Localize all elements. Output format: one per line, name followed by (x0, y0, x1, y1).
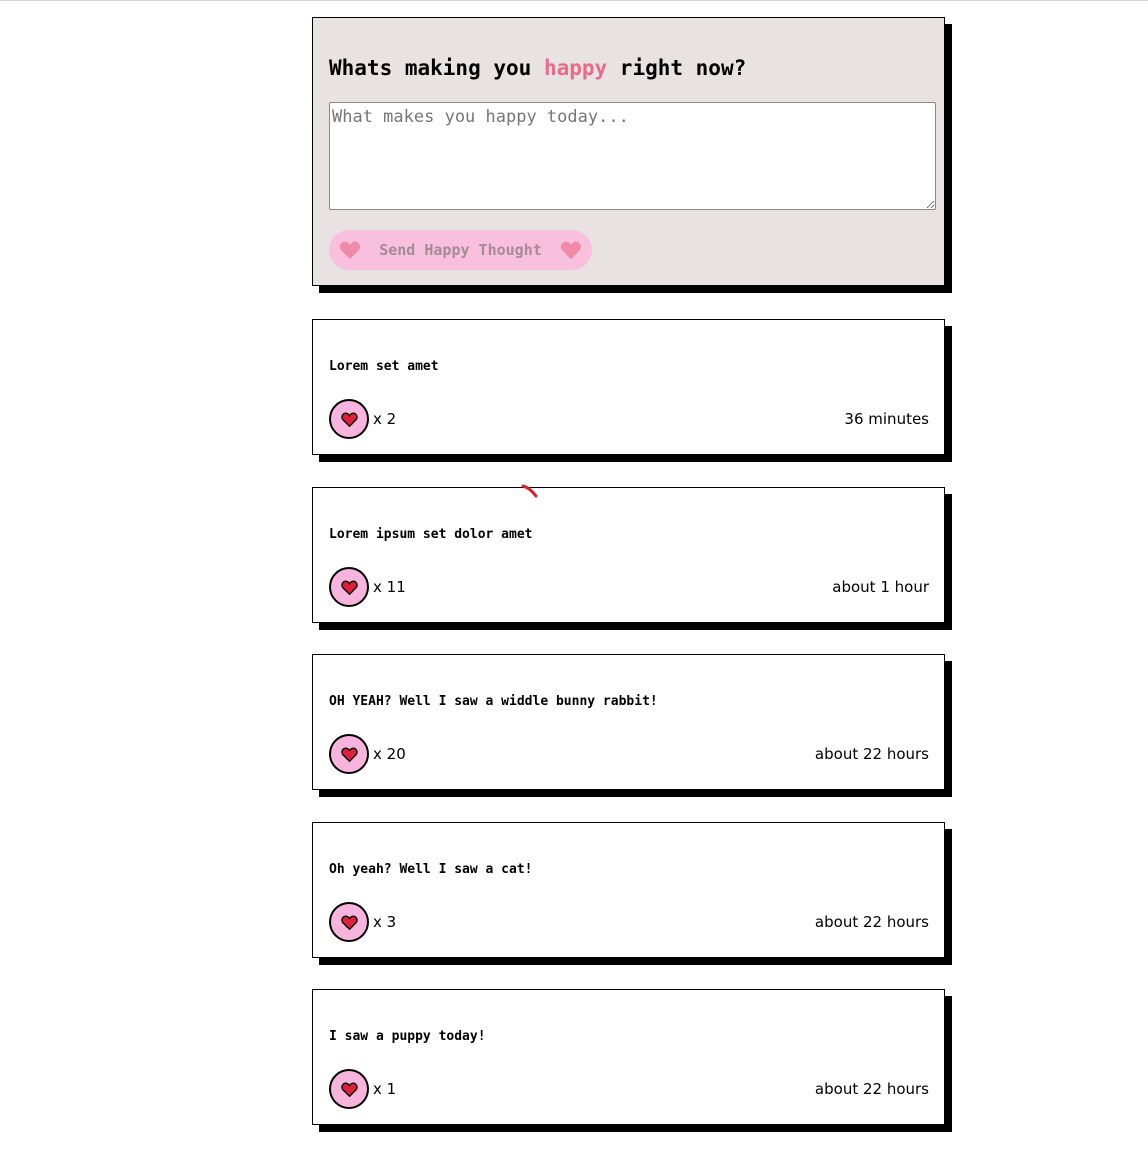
heart-icon (340, 747, 358, 762)
send-button-label: Send Happy Thought (379, 241, 542, 259)
message-card: Lorem ipsum set dolor amet x 11 about 1 … (312, 487, 945, 623)
like-count: x 1 (373, 1080, 397, 1098)
heart-icon (340, 1082, 358, 1097)
like-button[interactable] (329, 399, 369, 439)
send-happy-thought-button[interactable]: Send Happy Thought (329, 230, 592, 270)
like-count: x 3 (373, 913, 397, 931)
loading-spinner-icon (521, 484, 538, 498)
message-time: about 22 hours (814, 913, 929, 931)
like-row: x 3 (329, 902, 396, 942)
like-button[interactable] (329, 734, 369, 774)
like-row: x 20 (329, 734, 406, 774)
like-count: x 2 (373, 410, 397, 428)
heart-icon (340, 915, 358, 930)
message-card: I saw a puppy today! x 1 about 22 hours (312, 989, 945, 1125)
message-text: Lorem set amet (329, 359, 439, 374)
like-count: x 11 (373, 578, 406, 596)
form-title-before: Whats making you (329, 56, 544, 80)
like-row: x 1 (329, 1069, 396, 1109)
like-button[interactable] (329, 902, 369, 942)
heart-icon (340, 580, 358, 595)
message-text: Lorem ipsum set dolor amet (329, 527, 533, 542)
message-text: I saw a puppy today! (329, 1029, 486, 1044)
message-time: about 1 hour (832, 578, 929, 596)
form-title: Whats making you happy right now? (329, 55, 746, 81)
like-row: x 2 (329, 399, 396, 439)
form-title-accent: happy (543, 56, 608, 80)
heart-icon (560, 240, 582, 260)
thought-input[interactable] (329, 102, 936, 210)
heart-icon (340, 412, 358, 427)
happy-thought-form: Whats making you happy right now? Send H… (312, 17, 945, 286)
message-time: 36 minutes (844, 410, 929, 428)
message-time: about 22 hours (814, 1080, 929, 1098)
like-row: x 11 (329, 567, 406, 607)
form-title-after: right now? (607, 56, 747, 80)
like-button[interactable] (329, 567, 369, 607)
like-count: x 20 (373, 745, 406, 763)
top-divider (0, 0, 1148, 1)
message-card: Lorem set amet x 2 36 minutes (312, 319, 945, 455)
message-card: OH YEAH? Well I saw a widdle bunny rabbi… (312, 654, 945, 790)
like-button[interactable] (329, 1069, 369, 1109)
message-text: OH YEAH? Well I saw a widdle bunny rabbi… (329, 694, 658, 709)
heart-icon (339, 240, 361, 260)
message-time: about 22 hours (814, 745, 929, 763)
message-text: Oh yeah? Well I saw a cat! (329, 862, 533, 877)
message-card: Oh yeah? Well I saw a cat! x 3 about 22 … (312, 822, 945, 958)
